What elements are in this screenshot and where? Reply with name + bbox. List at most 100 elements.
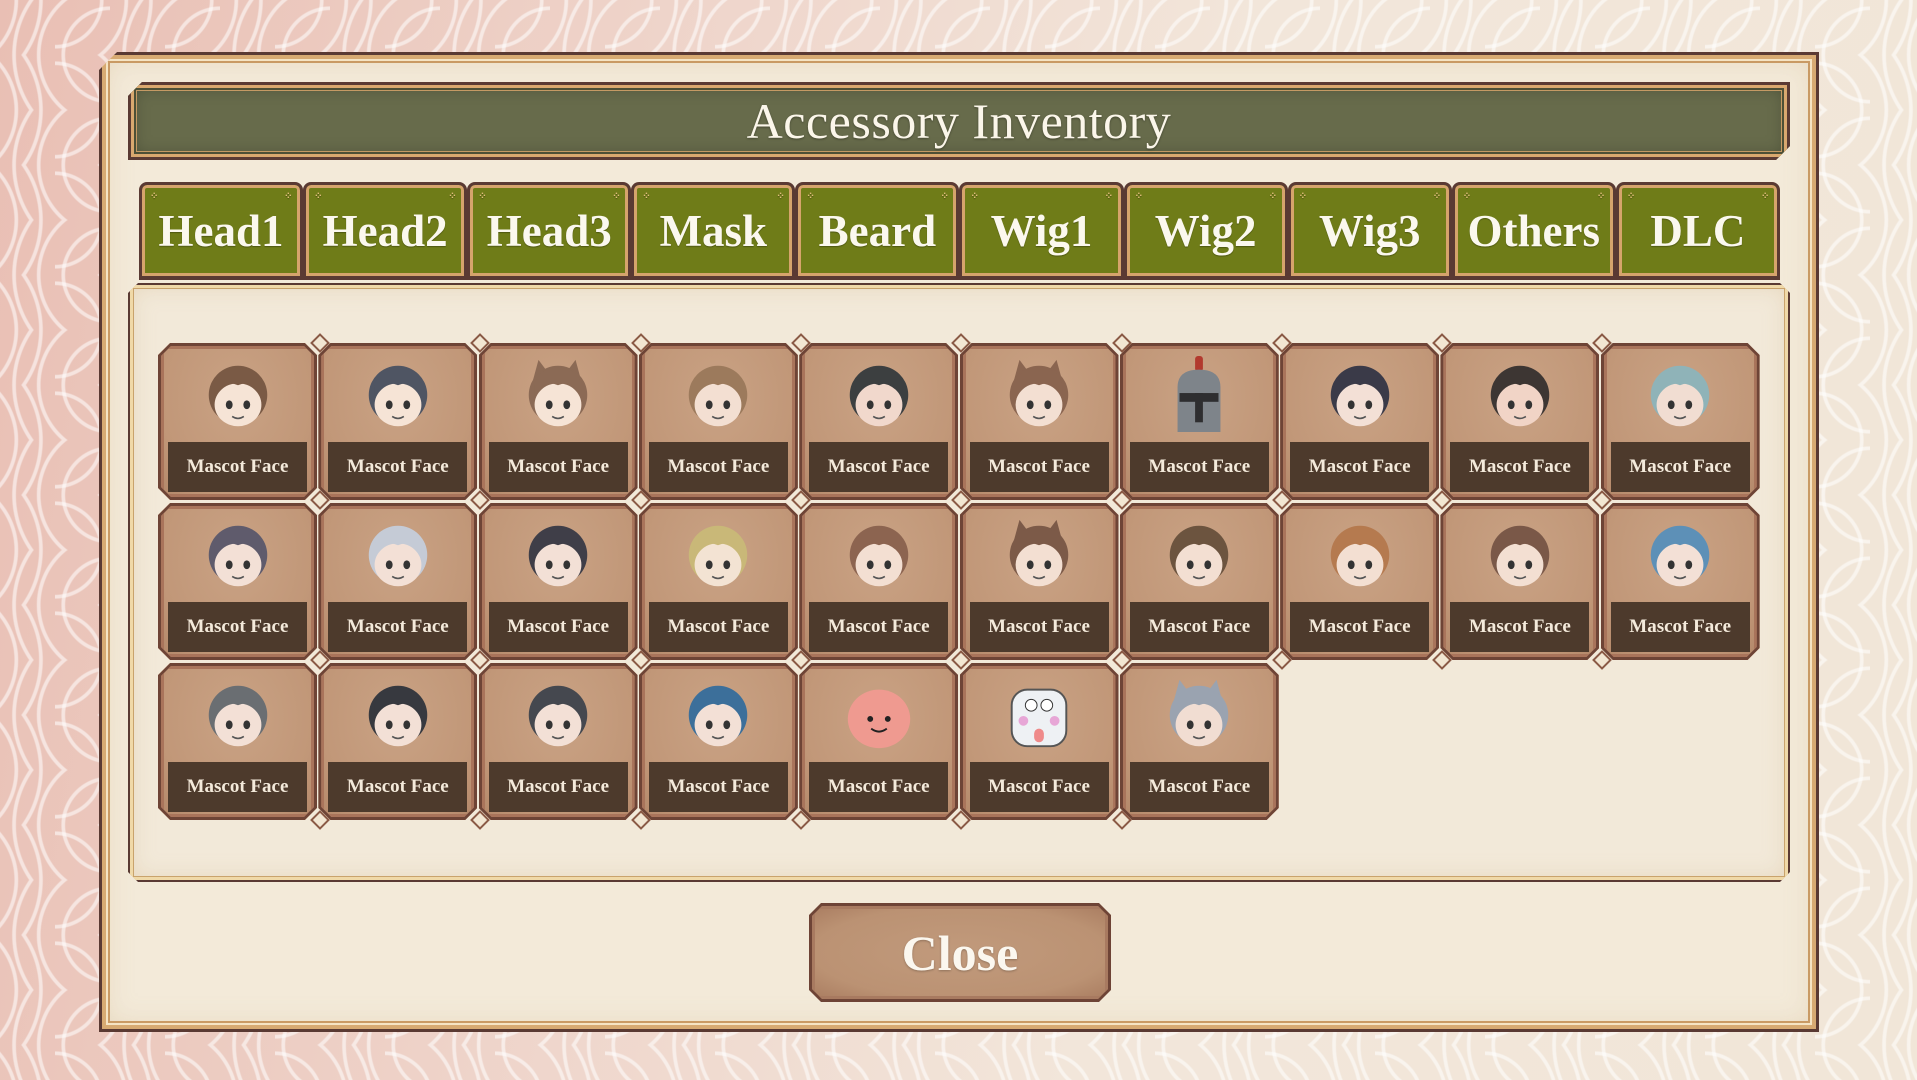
item-card[interactable]: Mascot Face — [639, 503, 798, 660]
tab-head2[interactable]: ⁘ ⁘ Head2 — [303, 182, 468, 280]
tab-corner-ornament-icon: ⁘ — [314, 191, 323, 202]
tab-corner-ornament-icon: ⁘ — [150, 191, 159, 202]
item-label: Mascot Face — [328, 762, 467, 812]
item-card[interactable]: Mascot Face — [158, 343, 317, 500]
mascot-face-icon — [840, 675, 918, 755]
tab-corner-ornament-icon: ⁘ — [1432, 191, 1442, 202]
mascot-face-icon — [1000, 355, 1078, 435]
mascot-face-icon — [1160, 515, 1238, 595]
item-card[interactable]: Mascot Face — [639, 343, 798, 500]
mascot-face-icon — [840, 515, 918, 595]
item-label: Mascot Face — [649, 762, 788, 812]
tab-corner-ornament-icon: ⁘ — [1104, 191, 1113, 202]
item-label: Mascot Face — [1450, 602, 1589, 652]
tab-dlc[interactable]: ⁘ ⁘ DLC — [1615, 182, 1780, 280]
close-button-label: Close — [901, 924, 1019, 981]
tab-corner-ornament-icon: ⁘ — [1268, 191, 1278, 202]
tab-wig3[interactable]: ⁘ ⁘ Wig3 — [1287, 182, 1452, 280]
item-label: Mascot Face — [809, 762, 948, 812]
tab-head1[interactable]: ⁘ ⁘ Head1 — [139, 182, 304, 280]
item-card[interactable]: Mascot Face — [318, 343, 477, 500]
item-card[interactable]: Mascot Face — [1601, 343, 1760, 500]
item-card[interactable]: Mascot Face — [318, 503, 477, 660]
mascot-face-icon — [1000, 675, 1078, 755]
tab-others[interactable]: ⁘ ⁘ Others — [1451, 182, 1616, 280]
item-label: Mascot Face — [1290, 602, 1429, 652]
mascot-face-icon — [519, 515, 597, 595]
mascot-face-icon — [1481, 515, 1559, 595]
mascot-face-icon — [840, 355, 918, 435]
tab-corner-ornament-icon: ⁘ — [284, 191, 293, 202]
item-card[interactable]: Mascot Face — [158, 663, 317, 820]
tab-mask[interactable]: ⁘ ⁘ Mask — [631, 182, 796, 280]
tab-head3[interactable]: ⁘ ⁘ Head3 — [467, 182, 632, 280]
tab-corner-ornament-icon: ⁘ — [612, 191, 621, 202]
tab-label: Wig3 — [1318, 205, 1421, 256]
tab-label: Mask — [659, 205, 768, 256]
item-card[interactable]: Mascot Face — [318, 663, 477, 820]
item-card[interactable]: Mascot Face — [799, 503, 958, 660]
item-card[interactable]: Mascot Face — [1280, 503, 1439, 660]
tab-corner-ornament-icon: ⁘ — [478, 191, 487, 202]
item-card[interactable]: Mascot Face — [1120, 343, 1279, 500]
tab-wig1[interactable]: ⁘ ⁘ Wig1 — [959, 182, 1124, 280]
tab-label: Wig1 — [990, 205, 1093, 256]
tab-corner-ornament-icon: ⁘ — [1596, 191, 1606, 202]
mascot-face-icon — [199, 355, 277, 435]
close-button-face[interactable]: Close — [812, 906, 1108, 999]
item-card[interactable]: Mascot Face — [158, 503, 317, 660]
item-card[interactable]: Mascot Face — [639, 663, 798, 820]
tab-corner-ornament-icon: ⁘ — [1760, 191, 1770, 202]
item-card[interactable]: Mascot Face — [1601, 503, 1760, 660]
item-label: Mascot Face — [489, 762, 628, 812]
mascot-face-icon — [1481, 355, 1559, 435]
item-grid: Mascot Face Mascot Face Mascot Face Mascot … — [158, 333, 1760, 830]
mascot-face-icon — [359, 355, 437, 435]
mascot-face-icon — [1160, 675, 1238, 755]
item-card[interactable]: Mascot Face — [1120, 663, 1279, 820]
mascot-face-icon — [199, 515, 277, 595]
item-label: Mascot Face — [649, 442, 788, 492]
item-card[interactable]: Mascot Face — [1280, 343, 1439, 500]
item-card[interactable]: Mascot Face — [960, 343, 1119, 500]
item-label: Mascot Face — [1130, 762, 1269, 812]
item-card[interactable]: Mascot Face — [960, 663, 1119, 820]
tab-wig2[interactable]: ⁘ ⁘ Wig2 — [1123, 182, 1288, 280]
tab-label: Beard — [818, 205, 937, 256]
mascot-face-icon — [679, 675, 757, 755]
item-label: Mascot Face — [1611, 442, 1750, 492]
item-label: Mascot Face — [809, 602, 948, 652]
item-label: Mascot Face — [328, 442, 467, 492]
item-label: Mascot Face — [168, 442, 307, 492]
mascot-face-icon — [679, 355, 757, 435]
item-label: Mascot Face — [168, 762, 307, 812]
tab-label: Wig2 — [1154, 205, 1257, 256]
item-card[interactable]: Mascot Face — [1120, 503, 1279, 660]
item-card[interactable]: Mascot Face — [960, 503, 1119, 660]
item-label: Mascot Face — [970, 602, 1109, 652]
title-bar: Accessory Inventory — [128, 82, 1790, 160]
item-card[interactable]: Mascot Face — [479, 503, 638, 660]
item-label: Mascot Face — [1130, 442, 1269, 492]
page-title: Accessory Inventory — [746, 93, 1172, 149]
item-card[interactable]: Mascot Face — [479, 663, 638, 820]
mascot-face-icon — [519, 675, 597, 755]
item-label: Mascot Face — [489, 442, 628, 492]
tab-corner-ornament-icon: ⁘ — [940, 191, 949, 202]
tab-corner-ornament-icon: ⁘ — [448, 191, 457, 202]
mascot-face-icon — [519, 355, 597, 435]
close-button[interactable]: Close — [809, 903, 1111, 1002]
item-card[interactable]: Mascot Face — [1440, 503, 1599, 660]
tab-beard[interactable]: ⁘ ⁘ Beard — [795, 182, 960, 280]
category-tabs: ⁘ ⁘ Head1 ⁘ ⁘ Head2 ⁘ ⁘ Head3 ⁘ ⁘ Mask ⁘ ⁘ Beard ⁘ ⁘ Wig1… — [139, 182, 1780, 280]
tab-label: Head3 — [486, 205, 612, 256]
mascot-face-icon — [1641, 515, 1719, 595]
mascot-face-icon — [1321, 355, 1399, 435]
mascot-face-icon — [199, 675, 277, 755]
mascot-face-icon — [1160, 355, 1238, 435]
tab-corner-ornament-icon: ⁘ — [1626, 191, 1636, 202]
item-card[interactable]: Mascot Face — [479, 343, 638, 500]
item-card[interactable]: Mascot Face — [1440, 343, 1599, 500]
item-card[interactable]: Mascot Face — [799, 663, 958, 820]
item-card[interactable]: Mascot Face — [799, 343, 958, 500]
